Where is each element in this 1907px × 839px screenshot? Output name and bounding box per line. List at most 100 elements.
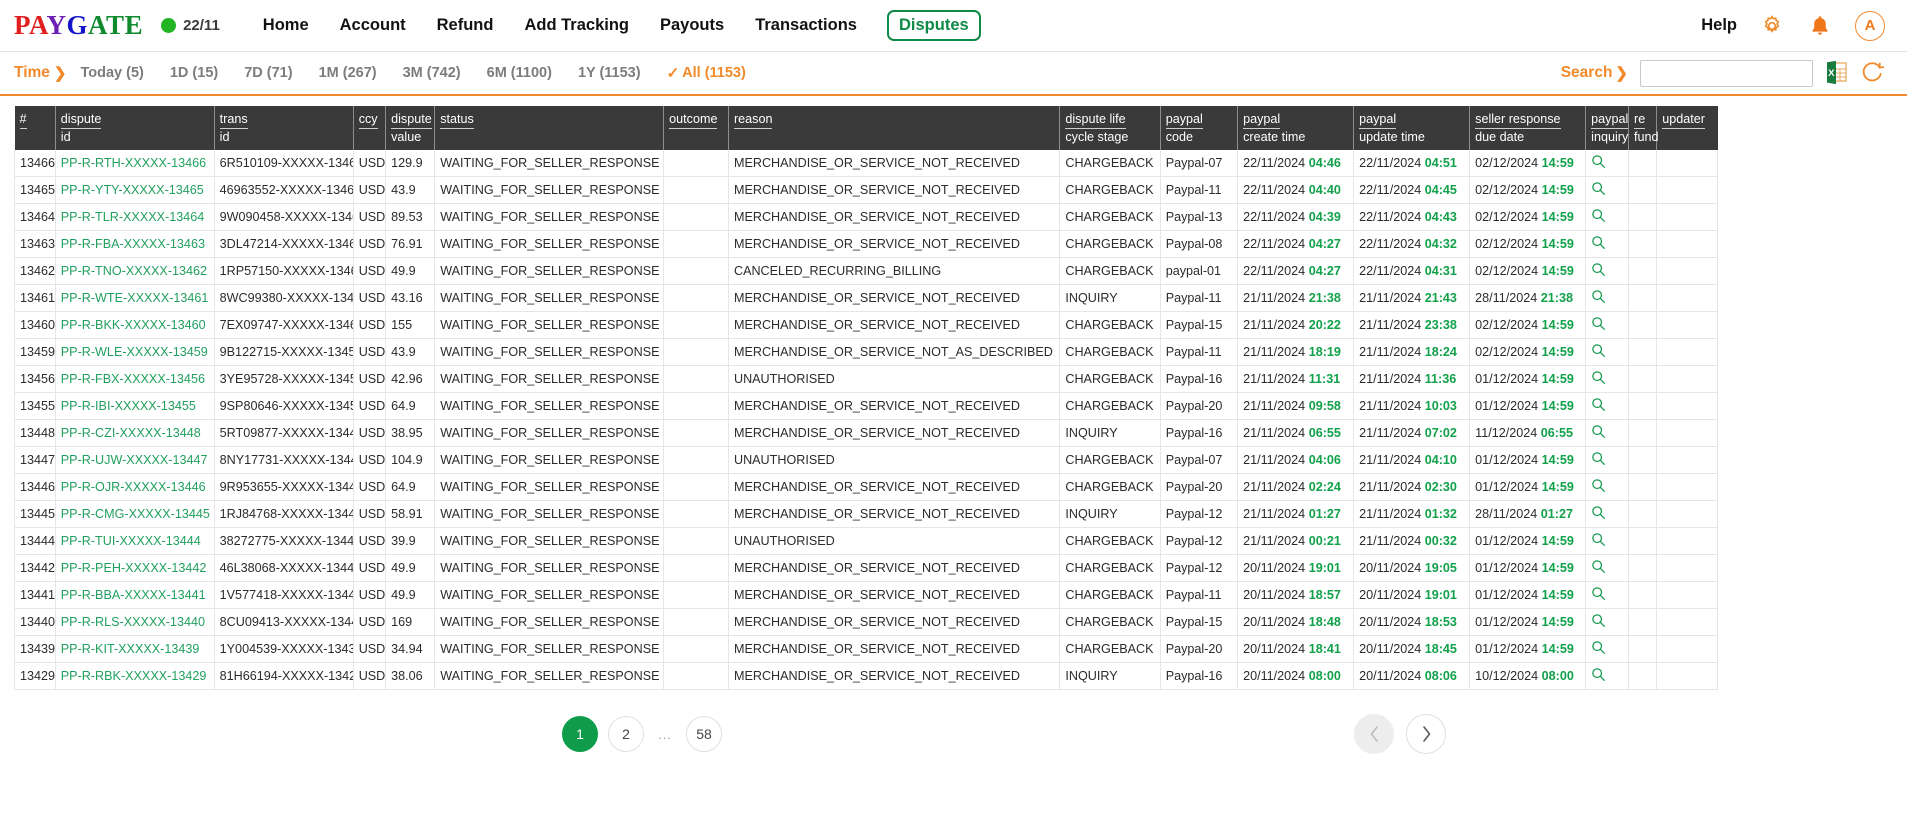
col-header-ccy[interactable]: ccy	[353, 106, 387, 150]
search-label[interactable]: Search	[1561, 64, 1613, 82]
search-icon[interactable]	[1591, 613, 1606, 631]
search-icon[interactable]	[1591, 262, 1606, 280]
table-row[interactable]: 13440 PP-R-RLS-XXXXX-13440 8CU09413-XXXXX-…	[14, 608, 1718, 636]
filter-6m[interactable]: 6M (1100)	[487, 65, 552, 81]
app-logo[interactable]: PAYGATE	[14, 10, 143, 41]
dispute-id-link[interactable]: PP-R-CMG-XXXXX-13445	[61, 507, 210, 521]
search-icon[interactable]	[1591, 235, 1606, 253]
col-header-reason[interactable]: reason	[728, 106, 1061, 150]
search-icon[interactable]	[1591, 640, 1606, 658]
col-header-paypal-code[interactable]: paypal code	[1160, 106, 1239, 150]
table-row[interactable]: 13441 PP-R-BBA-XXXXX-13441 1V577418-XXXXX-…	[14, 581, 1718, 609]
table-row[interactable]: 13465 PP-R-YTY-XXXXX-13465 46963552-XXXXX-…	[14, 176, 1718, 204]
col-header-number[interactable]: #	[14, 106, 56, 150]
filter-3m[interactable]: 3M (742)	[403, 65, 461, 81]
filter-today[interactable]: Today (5)	[80, 65, 143, 81]
search-icon[interactable]	[1591, 208, 1606, 226]
cell-dispute-id[interactable]: PP-R-TUI-XXXXX-13444	[55, 527, 215, 555]
time-filter-label[interactable]: Time	[14, 64, 50, 82]
col-header-dispute-life-cycle-stage[interactable]: dispute life cycle stage	[1059, 106, 1161, 150]
cell-dispute-id[interactable]: PP-R-CZI-XXXXX-13448	[55, 419, 215, 447]
dispute-id-link[interactable]: PP-R-PEH-XXXXX-13442	[61, 561, 207, 575]
table-row[interactable]: 13447 PP-R-UJW-XXXXX-13447 8NY17731-XXXXX-…	[14, 446, 1718, 474]
col-header-trans-id[interactable]: trans id	[214, 106, 354, 150]
cell-paypal-inquiry[interactable]	[1585, 176, 1630, 204]
dispute-id-link[interactable]: PP-R-UJW-XXXXX-13447	[61, 453, 208, 467]
cell-paypal-inquiry[interactable]	[1585, 311, 1630, 339]
search-icon[interactable]	[1591, 478, 1606, 496]
table-row[interactable]: 13439 PP-R-KIT-XXXXX-13439 1Y004539-XXXXX-…	[14, 635, 1718, 663]
cell-paypal-inquiry[interactable]	[1585, 392, 1630, 420]
cell-dispute-id[interactable]: PP-R-CMG-XXXXX-13445	[55, 500, 215, 528]
col-header-refund[interactable]: re fund	[1628, 106, 1659, 150]
cell-dispute-id[interactable]: PP-R-YTY-XXXXX-13465	[55, 176, 215, 204]
dispute-id-link[interactable]: PP-R-RLS-XXXXX-13440	[61, 615, 205, 629]
excel-export-icon[interactable]: X	[1825, 60, 1849, 86]
dispute-id-link[interactable]: PP-R-IBI-XXXXX-13455	[61, 399, 196, 413]
table-row[interactable]: 13455 PP-R-IBI-XXXXX-13455 9SP80646-XXXXX-…	[14, 392, 1718, 420]
dispute-id-link[interactable]: PP-R-TLR-XXXXX-13464	[61, 210, 204, 224]
filter-all[interactable]: All (1153)	[682, 65, 746, 81]
table-row[interactable]: 13463 PP-R-FBA-XXXXX-13463 3DL47214-XXXXX-…	[14, 230, 1718, 258]
table-row[interactable]: 13464 PP-R-TLR-XXXXX-13464 9W090458-XXXXX-…	[14, 203, 1718, 231]
cell-paypal-inquiry[interactable]	[1585, 446, 1630, 474]
dispute-id-link[interactable]: PP-R-FBA-XXXXX-13463	[61, 237, 205, 251]
cell-paypal-inquiry[interactable]	[1585, 662, 1630, 690]
nav-item-transactions[interactable]: Transactions	[754, 14, 858, 37]
dispute-id-link[interactable]: PP-R-RTH-XXXXX-13466	[61, 156, 206, 170]
bell-icon[interactable]	[1807, 13, 1833, 39]
table-row[interactable]: 13456 PP-R-FBX-XXXXX-13456 3YE95728-XXXXX-…	[14, 365, 1718, 393]
table-row[interactable]: 13460 PP-R-BKK-XXXXX-13460 7EX09747-XXXXX-…	[14, 311, 1718, 339]
table-row[interactable]: 13461 PP-R-WTE-XXXXX-13461 8WC99380-XXXXX-…	[14, 284, 1718, 312]
cell-paypal-inquiry[interactable]	[1585, 527, 1630, 555]
nav-item-refund[interactable]: Refund	[436, 14, 495, 37]
gear-icon[interactable]	[1759, 13, 1785, 39]
cell-dispute-id[interactable]: PP-R-FBX-XXXXX-13456	[55, 365, 215, 393]
avatar[interactable]: A	[1855, 10, 1885, 41]
search-icon[interactable]	[1591, 397, 1606, 415]
table-row[interactable]: 13429 PP-R-RBK-XXXXX-13429 81H66194-XXXXX-…	[14, 662, 1718, 690]
col-header-status[interactable]: status	[434, 106, 665, 150]
search-icon[interactable]	[1591, 370, 1606, 388]
dispute-id-link[interactable]: PP-R-TNO-XXXXX-13462	[61, 264, 207, 278]
dispute-id-link[interactable]: PP-R-KIT-XXXXX-13439	[61, 642, 200, 656]
filter-1m[interactable]: 1M (267)	[319, 65, 377, 81]
dispute-id-link[interactable]: PP-R-OJR-XXXXX-13446	[61, 480, 206, 494]
cell-paypal-inquiry[interactable]	[1585, 150, 1630, 177]
col-header-updater[interactable]: updater	[1656, 106, 1718, 150]
col-header-outcome[interactable]: outcome	[663, 106, 729, 150]
cell-paypal-inquiry[interactable]	[1585, 257, 1630, 285]
dispute-id-link[interactable]: PP-R-BKK-XXXXX-13460	[61, 318, 206, 332]
search-icon[interactable]	[1591, 181, 1606, 199]
nav-item-account[interactable]: Account	[339, 14, 407, 37]
table-row[interactable]: 13444 PP-R-TUI-XXXXX-13444 38272775-XXXXX-…	[14, 527, 1718, 555]
filter-1d[interactable]: 1D (15)	[170, 65, 218, 81]
cell-dispute-id[interactable]: PP-R-WLE-XXXXX-13459	[55, 338, 215, 366]
cell-paypal-inquiry[interactable]	[1585, 635, 1630, 663]
table-row[interactable]: 13448 PP-R-CZI-XXXXX-13448 5RT09877-XXXXX-…	[14, 419, 1718, 447]
cell-dispute-id[interactable]: PP-R-IBI-XXXXX-13455	[55, 392, 215, 420]
cell-paypal-inquiry[interactable]	[1585, 581, 1630, 609]
search-icon[interactable]	[1591, 424, 1606, 442]
refresh-icon[interactable]	[1861, 60, 1885, 86]
dispute-id-link[interactable]: PP-R-WLE-XXXXX-13459	[61, 345, 208, 359]
col-header-paypal-create-time[interactable]: paypal create time	[1237, 106, 1355, 150]
col-header-seller-response-due-date[interactable]: seller response due date	[1469, 106, 1587, 150]
dispute-id-link[interactable]: PP-R-YTY-XXXXX-13465	[61, 183, 204, 197]
page-button-1[interactable]: 1	[562, 716, 598, 752]
table-row[interactable]: 13446 PP-R-OJR-XXXXX-13446 9R953655-XXXXX-…	[14, 473, 1718, 501]
filter-7d[interactable]: 7D (71)	[244, 65, 292, 81]
next-page-button[interactable]	[1406, 714, 1446, 754]
cell-dispute-id[interactable]: PP-R-TNO-XXXXX-13462	[55, 257, 215, 285]
search-icon[interactable]	[1591, 343, 1606, 361]
prev-page-button[interactable]	[1354, 714, 1394, 754]
help-link[interactable]: Help	[1701, 16, 1737, 35]
col-header-paypal-update-time[interactable]: paypal update time	[1353, 106, 1471, 150]
cell-dispute-id[interactable]: PP-R-FBA-XXXXX-13463	[55, 230, 215, 258]
cell-paypal-inquiry[interactable]	[1585, 284, 1630, 312]
search-icon[interactable]	[1591, 154, 1606, 172]
dispute-id-link[interactable]: PP-R-CZI-XXXXX-13448	[61, 426, 201, 440]
dispute-id-link[interactable]: PP-R-WTE-XXXXX-13461	[61, 291, 209, 305]
cell-dispute-id[interactable]: PP-R-OJR-XXXXX-13446	[55, 473, 215, 501]
cell-dispute-id[interactable]: PP-R-TLR-XXXXX-13464	[55, 203, 215, 231]
